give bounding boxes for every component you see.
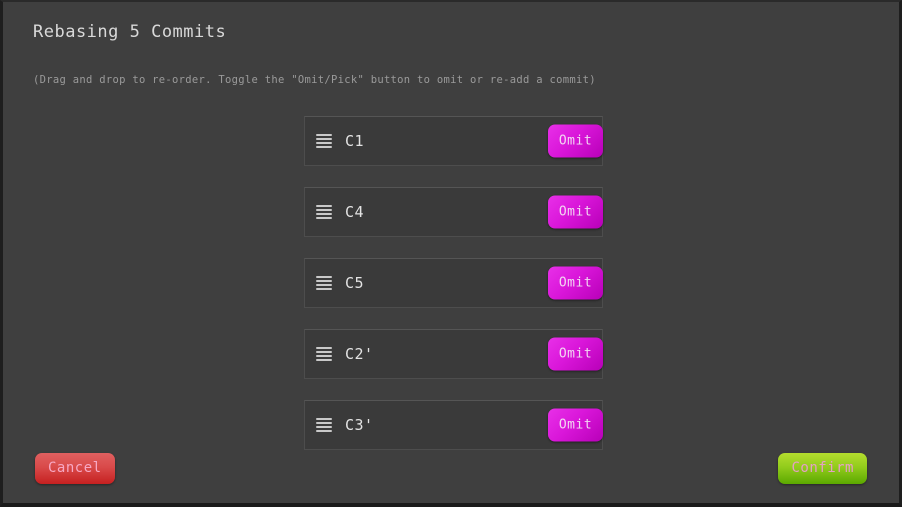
omit-toggle-button[interactable]: Omit	[548, 408, 603, 442]
commit-row[interactable]: C2' Omit	[304, 329, 603, 379]
commit-list: C1 Omit C4 Omit C5 Omit C2' Omit C3' Omi…	[304, 116, 603, 450]
drag-handle-icon[interactable]	[316, 205, 332, 219]
commit-row[interactable]: C1 Omit	[304, 116, 603, 166]
drag-handle-icon[interactable]	[316, 347, 332, 361]
dialog-hint-text: (Drag and drop to re-order. Toggle the "…	[33, 74, 596, 86]
drag-handle-icon[interactable]	[316, 418, 332, 432]
commit-row[interactable]: C5 Omit	[304, 258, 603, 308]
cancel-button[interactable]: Cancel	[35, 453, 115, 484]
rebase-dialog: Rebasing 5 Commits (Drag and drop to re-…	[0, 0, 902, 507]
omit-toggle-button[interactable]: Omit	[548, 337, 603, 371]
omit-toggle-button[interactable]: Omit	[548, 124, 603, 158]
commit-row[interactable]: C3' Omit	[304, 400, 603, 450]
commit-row[interactable]: C4 Omit	[304, 187, 603, 237]
omit-toggle-button[interactable]: Omit	[548, 195, 603, 229]
drag-handle-icon[interactable]	[316, 134, 332, 148]
omit-toggle-button[interactable]: Omit	[548, 266, 603, 300]
confirm-button[interactable]: Confirm	[778, 453, 867, 484]
page-title: Rebasing 5 Commits	[33, 22, 227, 42]
drag-handle-icon[interactable]	[316, 276, 332, 290]
